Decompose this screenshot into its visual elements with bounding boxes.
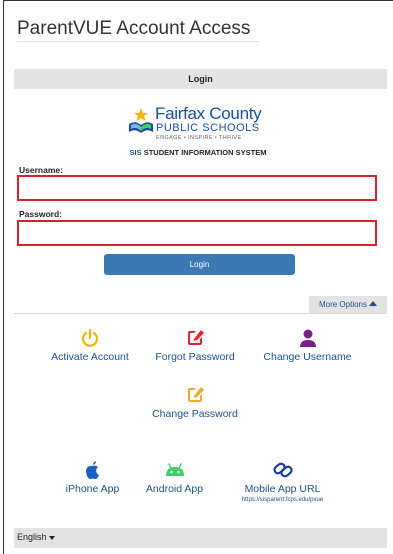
change-username-link[interactable]: Change Username [255, 328, 360, 363]
logo-tagline: ENGAGE • INSPIRE • THRIVE [156, 135, 242, 141]
logo-subtitle: PUBLIC SCHOOLS [156, 122, 260, 134]
options-divider [14, 313, 387, 314]
change-username-label: Change Username [263, 351, 352, 363]
sis-text: STUDENT INFORMATION SYSTEM [141, 148, 267, 157]
page-title: ParentVUE Account Access [17, 18, 251, 39]
logo-name: Fairfax County [155, 104, 262, 123]
more-options-label: More Options [318, 300, 368, 309]
forgot-password-label: Forgot Password [155, 351, 235, 363]
activate-account-label: Activate Account [51, 351, 129, 363]
language-selector[interactable]: English [17, 532, 55, 542]
mobile-app-url-text: https://sisparent.fcps.edu/pvue [241, 497, 324, 503]
frame-border-left [3, 0, 4, 554]
caret-down-icon [48, 535, 55, 540]
apple-icon [85, 461, 99, 479]
footer-bar [14, 528, 387, 548]
iphone-app-label: iPhone App [65, 483, 120, 495]
login-panel-header: Login [14, 69, 387, 89]
android-icon [165, 463, 184, 476]
login-button[interactable]: Login [104, 254, 295, 275]
username-input[interactable] [17, 175, 377, 201]
chevron-up-icon [369, 301, 378, 307]
fcps-logo: Fairfax County PUBLIC SCHOOLS ENGAGE • I… [118, 100, 278, 162]
edit-icon [188, 330, 204, 345]
android-app-link[interactable]: Android App [137, 460, 212, 495]
book-torch-icon [129, 108, 153, 133]
change-password-link[interactable]: Change Password [145, 385, 245, 420]
username-label: Username: [19, 165, 63, 175]
sis-prefix: SIS [129, 148, 142, 157]
mobile-app-url-label: Mobile App URL [244, 483, 321, 495]
password-label: Password: [19, 209, 62, 219]
more-options-toggle[interactable]: More Options [309, 296, 387, 313]
activate-account-link[interactable]: Activate Account [40, 328, 140, 363]
link-icon [272, 462, 293, 478]
sis-caption: SIS STUDENT INFORMATION SYSTEM [118, 148, 278, 157]
forgot-password-link[interactable]: Forgot Password [145, 328, 245, 363]
user-icon [299, 329, 316, 347]
mobile-app-url-link[interactable]: Mobile App URL https://sisparent.fcps.ed… [220, 460, 345, 503]
frame-border-top [3, 0, 393, 1]
power-icon [81, 328, 99, 347]
edit-icon [188, 387, 204, 402]
change-password-label: Change Password [152, 408, 238, 420]
iphone-app-link[interactable]: iPhone App [55, 460, 130, 495]
android-app-label: Android App [145, 483, 204, 495]
title-divider [17, 41, 259, 42]
language-label: English [17, 532, 47, 542]
password-input[interactable] [17, 220, 377, 246]
